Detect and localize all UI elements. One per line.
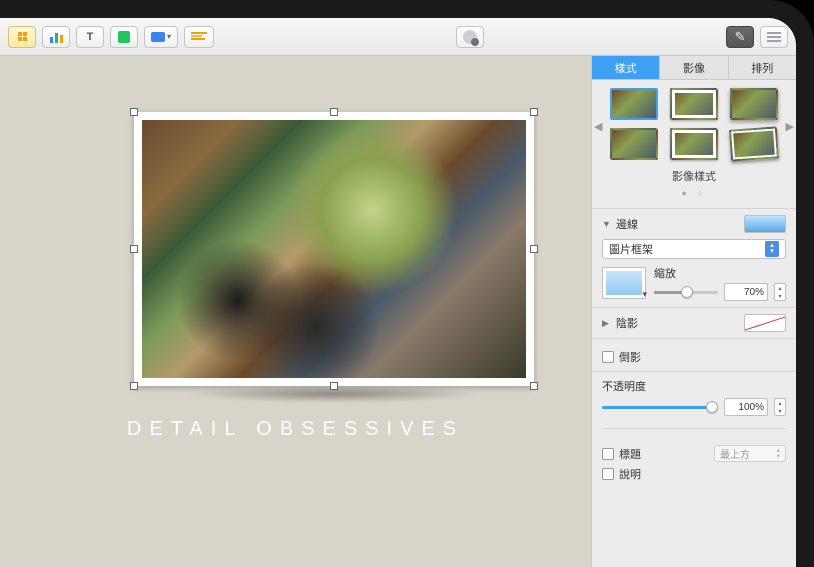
device-frame: T ▾ ✎ (0, 0, 814, 567)
resize-handle-br[interactable] (530, 382, 538, 390)
frame-style-well[interactable] (602, 267, 646, 299)
title-label: 標題 (619, 446, 709, 462)
style-thumb-3[interactable] (730, 88, 778, 120)
border-section: ▼ 邊線 圖片框架 ▴▾ 縮放 (592, 208, 796, 307)
styles-next[interactable]: ▶ (786, 120, 794, 133)
title-position-value: 最上方 (720, 446, 750, 461)
toolbar: T ▾ ✎ (0, 18, 796, 56)
style-thumb-1[interactable] (610, 88, 658, 120)
slide-canvas[interactable]: DETAIL OBSESSIVES (0, 56, 591, 567)
scale-stepper[interactable]: ▴▾ (774, 283, 786, 301)
shadow-swatch-none[interactable] (744, 314, 786, 332)
media-icon (151, 32, 165, 42)
resize-handle-mr[interactable] (530, 245, 538, 253)
slide-caption[interactable]: DETAIL OBSESSIVES (0, 418, 591, 441)
media-button[interactable]: ▾ (144, 26, 178, 48)
inspector-panel: 樣式 影像 排列 ◀ ▶ 影像樣式 ● ○ (591, 56, 796, 567)
style-thumb-5[interactable] (670, 128, 718, 160)
border-type-dropdown[interactable]: 圖片框架 ▴▾ (602, 239, 786, 259)
text-button[interactable]: T (76, 26, 104, 48)
opacity-field[interactable]: 100% (724, 398, 768, 416)
styles-page-dots[interactable]: ● ○ (610, 188, 778, 198)
style-thumb-6[interactable] (729, 126, 779, 161)
reflection-section: 倒影 (592, 338, 796, 371)
format-button[interactable]: ✎ (726, 26, 754, 48)
title-position-dropdown[interactable]: 最上方 ▴▾ (714, 445, 786, 462)
shape-icon (118, 31, 130, 43)
resize-handle-bl[interactable] (130, 382, 138, 390)
resize-handle-tl[interactable] (130, 108, 138, 116)
styles-prev[interactable]: ◀ (594, 120, 602, 133)
tab-arrange[interactable]: 排列 (729, 56, 796, 79)
scale-slider[interactable] (654, 285, 718, 299)
tab-image[interactable]: 影像 (660, 56, 728, 79)
description-checkbox[interactable] (602, 468, 614, 480)
title-checkbox[interactable] (602, 448, 614, 460)
description-label: 說明 (619, 466, 641, 482)
image-frame (134, 112, 534, 386)
reflection-checkbox[interactable] (602, 351, 614, 363)
scale-field[interactable]: 70% (724, 283, 768, 301)
border-title: 邊線 (616, 216, 740, 232)
disclosure-triangle-icon[interactable]: ▶ (602, 318, 612, 329)
opacity-section: 不透明度 100% ▴▾ (592, 371, 796, 422)
updown-arrows-icon: ▴▾ (776, 448, 780, 460)
scale-label: 縮放 (654, 265, 786, 281)
shadow-section: ▶ 陰影 (592, 307, 796, 338)
collaborate-button[interactable] (456, 26, 484, 48)
shadow-title: 陰影 (616, 315, 740, 331)
chevron-down-icon: ▾ (167, 32, 171, 41)
app-window: T ▾ ✎ (0, 18, 796, 567)
opacity-title: 不透明度 (602, 378, 786, 394)
resize-handle-ml[interactable] (130, 245, 138, 253)
inspector-tabs: 樣式 影像 排列 (592, 56, 796, 80)
caption-section: 標題 最上方 ▴▾ 說明 (592, 435, 796, 488)
image-styles-label: 影像樣式 (610, 168, 778, 184)
paintbrush-icon: ✎ (735, 29, 746, 45)
tab-style[interactable]: 樣式 (592, 56, 660, 79)
selected-image[interactable] (134, 112, 534, 386)
border-type-value: 圖片框架 (609, 241, 653, 257)
table-button[interactable] (8, 26, 36, 48)
comments-icon (191, 32, 207, 42)
chart-icon (50, 31, 63, 43)
style-thumb-2[interactable] (670, 88, 718, 120)
updown-arrows-icon: ▴▾ (765, 241, 779, 257)
person-add-icon (463, 30, 477, 44)
resize-handle-tm[interactable] (330, 108, 338, 116)
disclosure-triangle-icon[interactable]: ▼ (602, 219, 612, 229)
text-icon: T (87, 31, 94, 43)
table-icon (18, 32, 27, 41)
reflection-label: 倒影 (619, 349, 641, 365)
image-styles-grid: ◀ ▶ 影像樣式 ● ○ (592, 80, 796, 208)
style-thumb-4[interactable] (610, 128, 658, 160)
opacity-slider[interactable] (602, 400, 718, 414)
border-swatch[interactable] (744, 215, 786, 233)
inspector-toggle-button[interactable] (760, 26, 788, 48)
comments-button[interactable] (184, 26, 214, 48)
resize-handle-bm[interactable] (330, 382, 338, 390)
opacity-stepper[interactable]: ▴▾ (774, 398, 786, 416)
chart-button[interactable] (42, 26, 70, 48)
list-icon (767, 32, 781, 42)
shape-button[interactable] (110, 26, 138, 48)
resize-handle-tr[interactable] (530, 108, 538, 116)
photo-content (142, 120, 526, 378)
